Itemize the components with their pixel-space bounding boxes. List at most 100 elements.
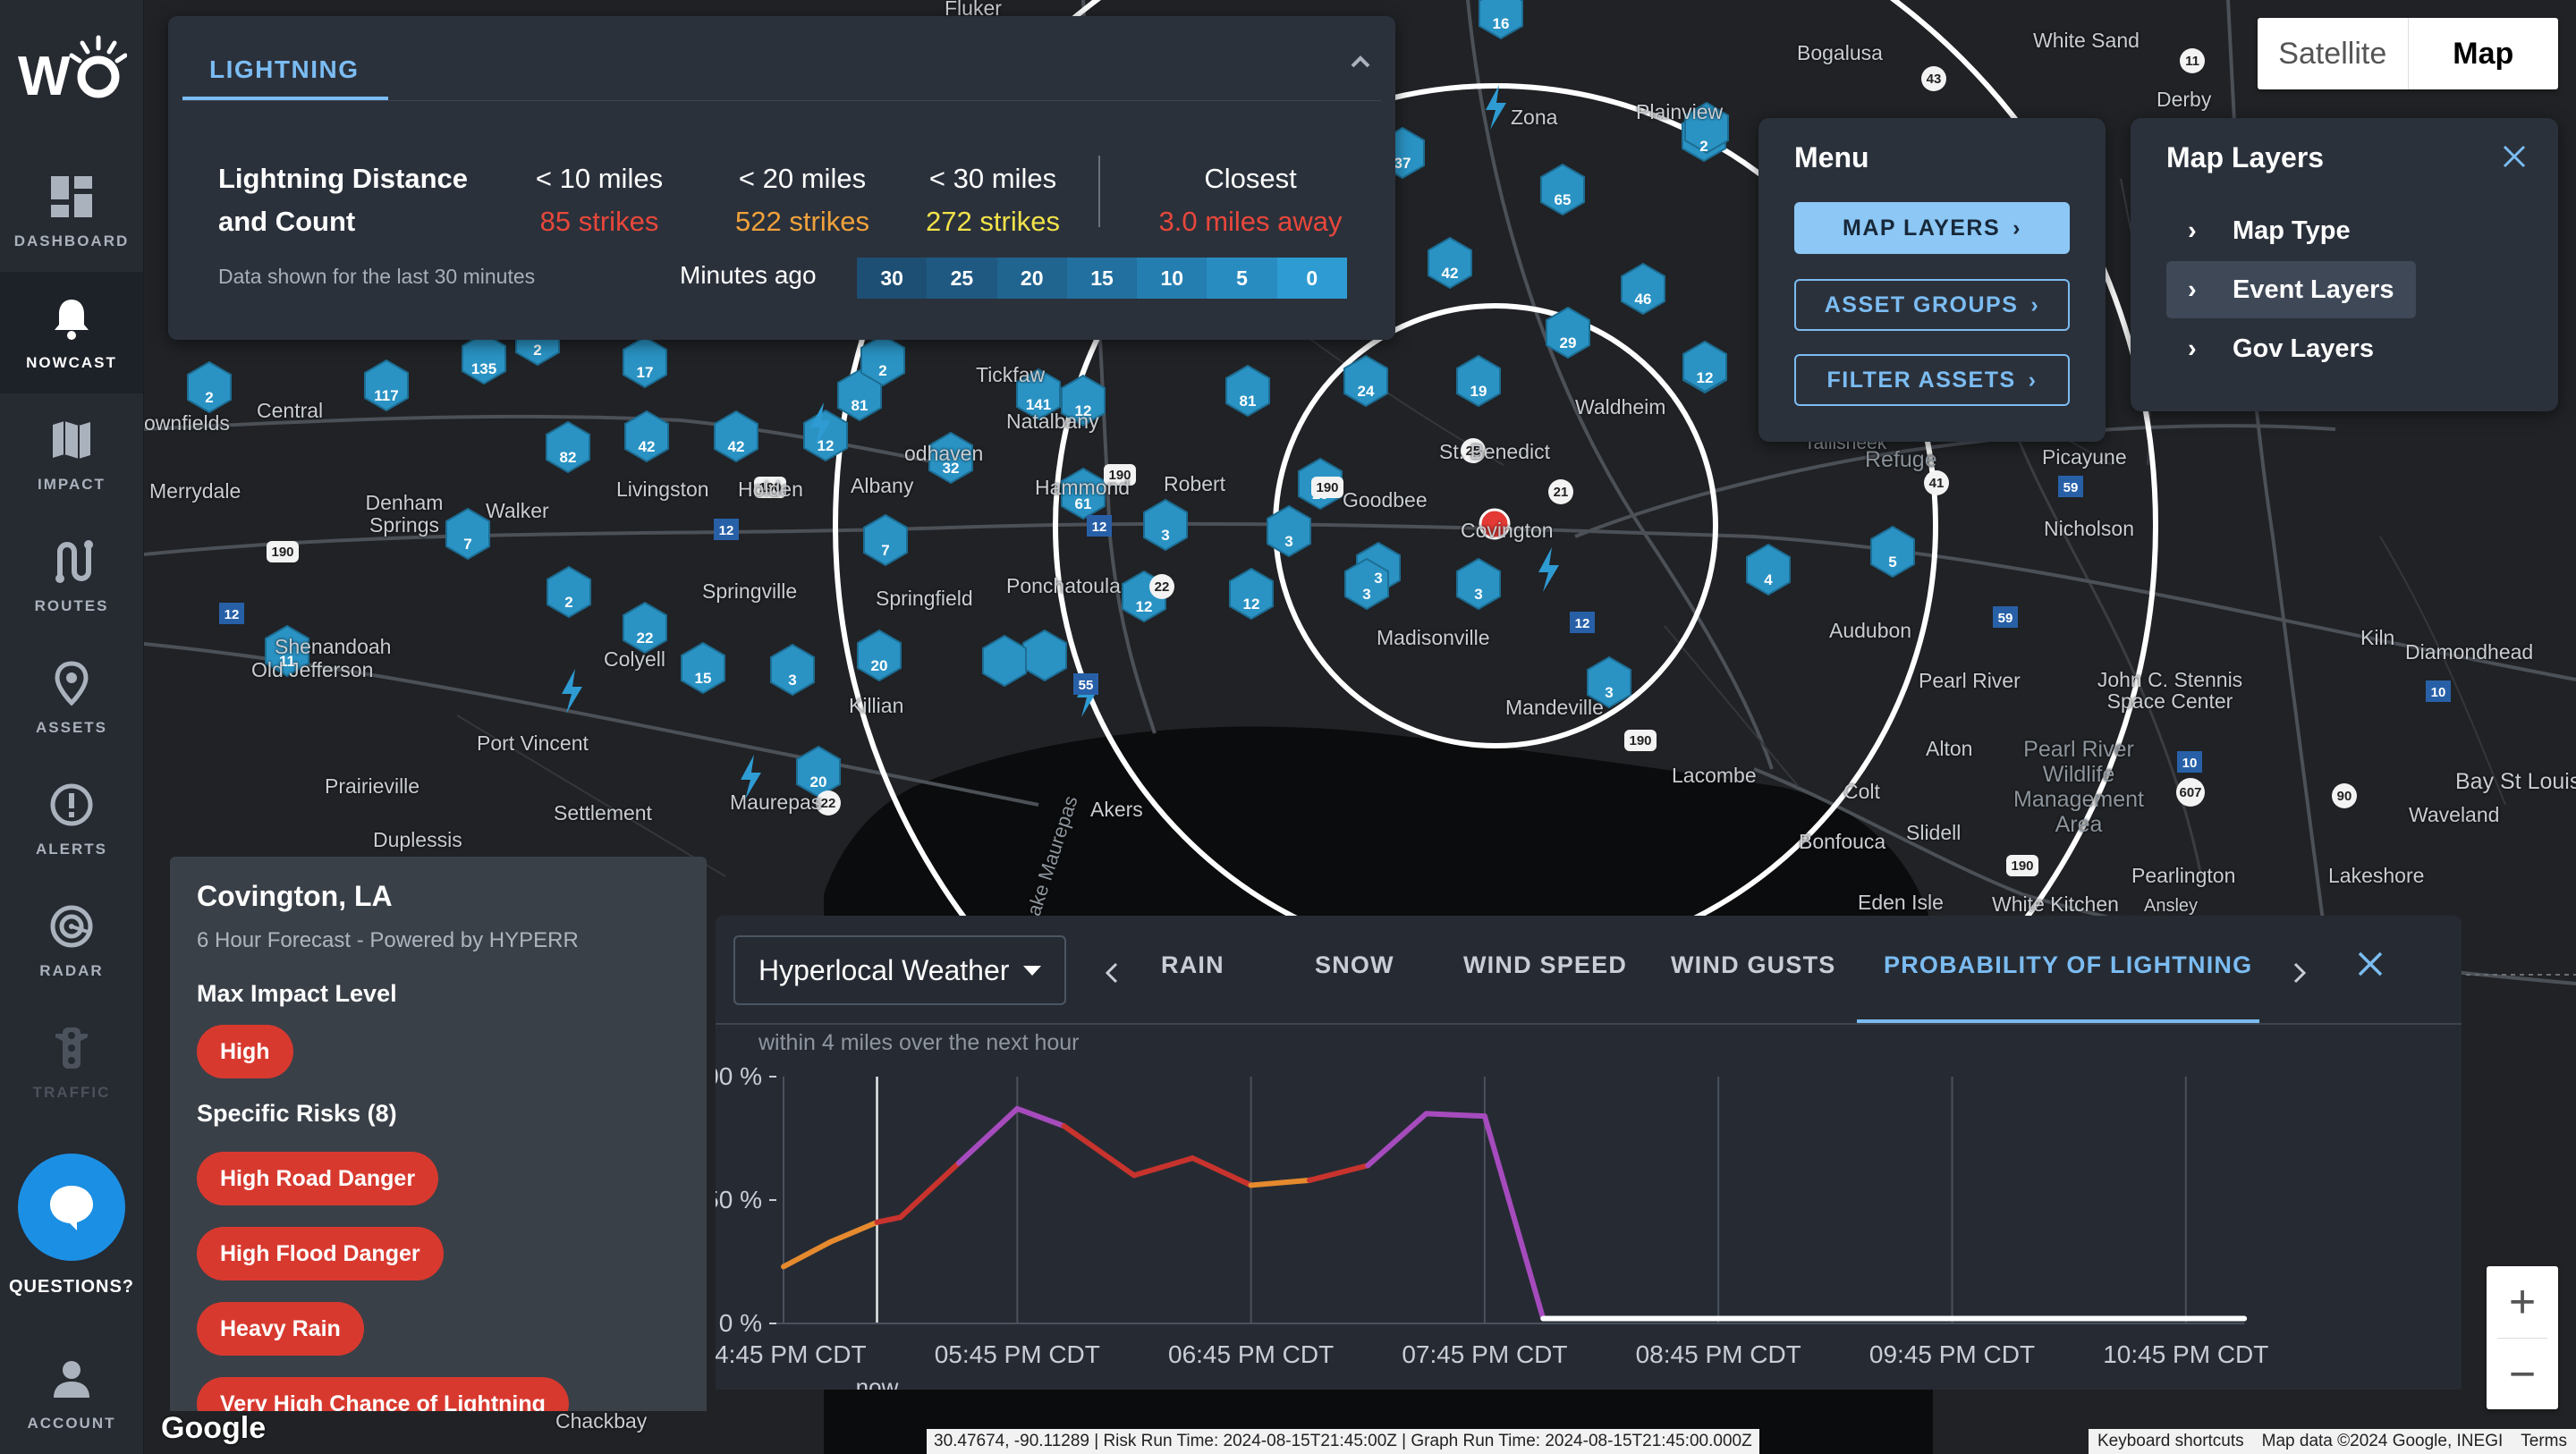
lightning-probability-chart: 04:45 PM CDT 05:45 PM CDT 06:45 PM CDT 07:4… (716, 1062, 2268, 1390)
range-10: < 10 miles 85 strikes (510, 157, 689, 243)
close-icon[interactable] (2501, 143, 2528, 170)
satellite-option[interactable]: Satellite (2258, 18, 2408, 89)
scale-step: 30 (857, 258, 928, 299)
tab-rain[interactable]: RAIN (1161, 951, 1224, 979)
nav-radar[interactable]: RADAR (0, 880, 143, 1002)
svg-text:12: 12 (719, 523, 734, 538)
lightning-title: Lightning Distance and Count (218, 163, 468, 237)
closest-label: Closest (1204, 163, 1297, 194)
nav-label: ASSETS (35, 719, 108, 736)
svg-text:12: 12 (1575, 616, 1590, 631)
scale-step: 0 (1276, 258, 1347, 299)
svg-text:12: 12 (1243, 596, 1260, 613)
map-option[interactable]: Map (2409, 18, 2559, 89)
series-line-segment (955, 1105, 1021, 1166)
nav-assets[interactable]: ASSETS (0, 637, 143, 758)
hyperlocal-chart-panel: Hyperlocal Weather RAIN SNOW WIND SPEED … (716, 916, 2462, 1390)
svg-text:82: 82 (560, 449, 577, 466)
asset-groups-button[interactable]: ASSET GROUPS › (1794, 279, 2070, 331)
map-label: Bay St Louis (2455, 769, 2576, 794)
chevron-left-icon[interactable] (1104, 962, 1120, 984)
map-label: Pearl River Wildlife Management Area (2013, 737, 2144, 837)
data-window-note: Data shown for the last 30 minutes (218, 265, 536, 288)
chevron-right-icon: › (2188, 334, 2197, 363)
nav-traffic[interactable]: TRAFFIC (0, 1002, 143, 1123)
series-line-segment (1248, 1177, 1312, 1188)
specific-risks-label: Specific Risks (8) (197, 1100, 397, 1127)
svg-text:22: 22 (1155, 579, 1170, 595)
wo-logo[interactable]: W (16, 27, 128, 116)
map-label: Ponchatoula (1006, 574, 1121, 597)
zoom-out-button[interactable]: − (2487, 1339, 2558, 1410)
chevron-right-icon[interactable] (2292, 962, 2308, 984)
svg-text:81: 81 (852, 397, 869, 414)
terms-link[interactable]: Terms (2512, 1432, 2576, 1451)
tab-snow[interactable]: SNOW (1315, 951, 1394, 979)
zoom-in-button[interactable]: + (2487, 1266, 2558, 1338)
risk-badge: Heavy Rain (197, 1302, 364, 1356)
map-label: White Kitchen (1992, 892, 2119, 916)
map-label: Zona (1511, 106, 1558, 129)
now-label: now (856, 1374, 899, 1390)
max-impact-label: Max Impact Level (197, 980, 397, 1007)
svg-text:7: 7 (881, 542, 889, 559)
layer-label: Event Layers (2233, 275, 2394, 304)
layer-gov-layers[interactable]: › Gov Layers (2166, 320, 2395, 377)
forecast-subtitle: 6 Hour Forecast - Powered by HYPERR (197, 928, 579, 952)
chevron-up-icon[interactable] (1345, 46, 1376, 77)
nav-alerts[interactable]: ALERTS (0, 758, 143, 880)
svg-text:7: 7 (463, 536, 471, 553)
map-label: Bonfouca (1799, 830, 1886, 853)
series-line-segment (897, 1160, 962, 1221)
svg-text:37: 37 (1394, 155, 1411, 172)
minutes-ago-label: Minutes ago (680, 261, 817, 289)
weather-source-select[interactable]: Hyperlocal Weather (733, 935, 1066, 1005)
nav-dashboard[interactable]: DASHBOARD (0, 150, 143, 272)
map-label: Nicholson (2044, 517, 2134, 540)
nav-routes[interactable]: ROUTES (0, 515, 143, 637)
nav-impact[interactable]: IMPACT (0, 393, 143, 515)
map-layers-button[interactable]: MAP LAYERS › (1794, 202, 2070, 254)
close-icon[interactable] (2354, 948, 2386, 980)
map-label: Holden (738, 478, 803, 501)
map-layers-panel: Map Layers › Map Type › Event Layers › Gov … (2131, 118, 2558, 411)
dashboard-icon (47, 172, 97, 222)
chat-button[interactable] (18, 1154, 125, 1261)
tab-probability-of-lightning[interactable]: PROBABILITY OF LIGHTNING (1884, 951, 2252, 979)
tab-wind-gusts[interactable]: WIND GUSTS (1671, 951, 1836, 979)
routes-icon (47, 537, 97, 587)
location-title: Covington, LA (197, 880, 393, 912)
nav-label: ACCOUNT (27, 1415, 116, 1432)
map-label: Springville (702, 579, 798, 603)
svg-text:42: 42 (728, 438, 745, 455)
map-label: Maurepas (730, 790, 822, 814)
map-label: Waldheim (1575, 395, 1666, 418)
map-label: Audubon (1829, 619, 1912, 642)
bell-icon (47, 293, 97, 343)
nav-nowcast[interactable]: NOWCAST (0, 272, 143, 393)
x-tick-label: 07:45 PM CDT (1402, 1340, 1567, 1368)
svg-text:135: 135 (471, 360, 496, 377)
tab-wind-speed[interactable]: WIND SPEED (1463, 951, 1627, 979)
tab-lightning[interactable]: LIGHTNING (209, 55, 360, 84)
layer-map-type[interactable]: › Map Type (2166, 202, 2372, 259)
map-label: odhaven (904, 442, 984, 465)
map-label: Lakeshore (2328, 864, 2425, 887)
keyboard-shortcuts-link[interactable]: Keyboard shortcuts (2089, 1432, 2253, 1451)
y-tick-label: 100 % (716, 1062, 762, 1090)
svg-text:2: 2 (1699, 138, 1707, 155)
map-label: ownfields (144, 411, 230, 435)
series-line-segment (827, 1219, 880, 1245)
svg-text:190: 190 (1629, 733, 1651, 748)
map-attribution: Keyboard shortcuts Map data ©2024 Google… (2088, 1429, 2576, 1454)
range-30: < 30 miles 272 strikes (903, 157, 1082, 243)
layer-event-layers[interactable]: › Event Layers (2166, 261, 2416, 318)
nav-account[interactable]: ACCOUNT (0, 1332, 143, 1454)
select-value: Hyperlocal Weather (758, 953, 1010, 986)
filter-assets-button[interactable]: FILTER ASSETS › (1794, 354, 2070, 406)
nav-label: ROUTES (34, 597, 109, 614)
scale-step: 5 (1207, 258, 1277, 299)
alert-icon (47, 780, 97, 830)
map-label: White Sand (2033, 29, 2140, 52)
map-label: St. Benedict (1439, 440, 1551, 463)
